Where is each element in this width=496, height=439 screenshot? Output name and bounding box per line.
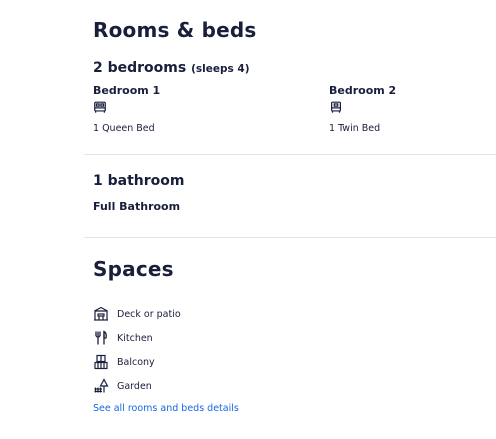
kitchen-utensils-icon <box>93 330 109 346</box>
space-label: Balcony <box>117 356 155 368</box>
list-item: Deck or patio <box>93 306 181 322</box>
deck-patio-icon <box>93 306 109 322</box>
list-item: Garden <box>93 378 181 394</box>
bed-icon <box>93 100 107 114</box>
space-label: Garden <box>117 380 152 392</box>
rooms-beds-heading: Rooms & beds <box>93 18 257 42</box>
bedroom-name: Bedroom 2 <box>329 84 397 97</box>
balcony-icon <box>93 354 109 370</box>
bathroom-type: Full Bathroom <box>93 200 181 213</box>
bed-icon <box>329 100 343 114</box>
space-label: Deck or patio <box>117 308 181 320</box>
garden-icon <box>93 378 109 394</box>
spaces-list: Deck or patio Kitchen Balcony Garden <box>93 306 181 394</box>
bedroom-card: Bedroom 2 1 Twin Bed <box>329 84 396 134</box>
bed-type: 1 Twin Bed <box>329 123 381 134</box>
bedroom-card: Bedroom 1 1 Queen Bed <box>93 84 160 134</box>
bathroom-count-heading: 1 bathroom <box>93 173 185 189</box>
list-item: Kitchen <box>93 330 181 346</box>
bedroom-name: Bedroom 1 <box>93 84 161 97</box>
sleeps-count: (sleeps 4) <box>191 63 250 75</box>
section-divider <box>84 237 496 238</box>
section-divider <box>84 154 496 155</box>
bedrooms-count: 2 bedrooms <box>93 60 187 76</box>
bed-type: 1 Queen Bed <box>93 123 155 134</box>
space-label: Kitchen <box>117 332 153 344</box>
bedrooms-count-heading: 2 bedrooms (sleeps 4) <box>93 60 250 76</box>
spaces-heading: Spaces <box>93 257 174 281</box>
list-item: Balcony <box>93 354 181 370</box>
see-all-rooms-link[interactable]: See all rooms and beds details <box>93 403 239 414</box>
